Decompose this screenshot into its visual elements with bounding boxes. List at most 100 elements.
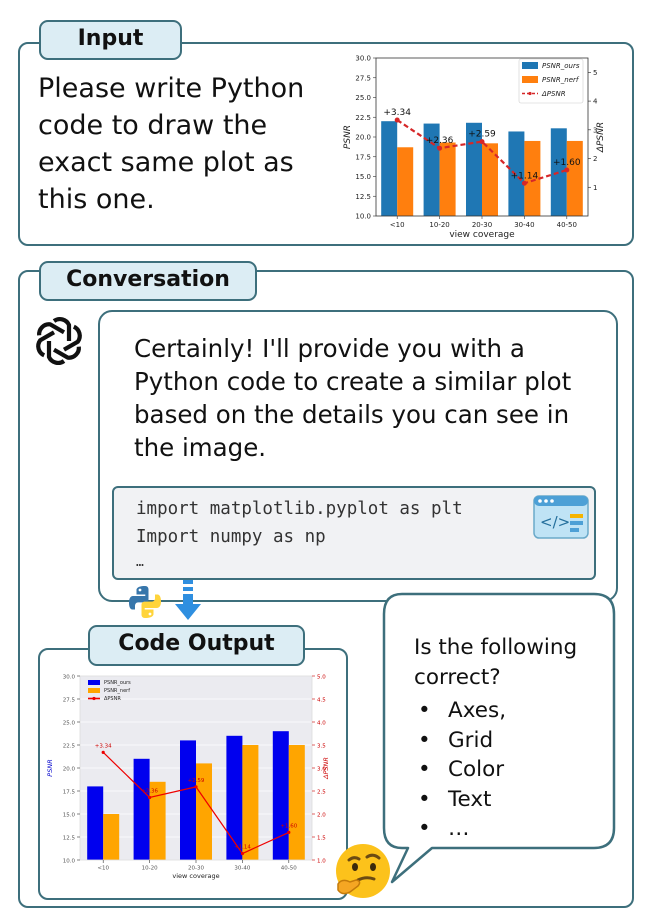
y-tick-label: 20.0 — [355, 134, 371, 142]
x-tick-label: 40-50 — [281, 866, 297, 872]
checklist-item-label: Text — [448, 786, 492, 812]
y-right-tick-label: 4.5 — [317, 698, 326, 704]
python-logo-icon — [129, 586, 161, 618]
delta-psnr-point — [437, 145, 443, 151]
data-label: +3.34 — [383, 108, 411, 118]
y-tick-label: 27.5 — [63, 698, 76, 704]
chatgpt-logo-icon — [36, 317, 82, 365]
y-tick-label: 15.0 — [63, 813, 76, 819]
bar — [566, 140, 583, 216]
legend-label: ΔPSNR — [541, 90, 566, 98]
legend-label: ΔPSNR — [104, 696, 121, 702]
y-axis-label: PSNR — [343, 125, 353, 149]
x-tick-label: 10-20 — [429, 221, 449, 229]
delta-psnr-point — [479, 139, 485, 145]
legend-swatch — [522, 62, 538, 69]
reference-chart: 10.012.515.017.520.022.525.027.530.01234… — [343, 55, 606, 241]
checklist-item: • Text — [418, 786, 492, 812]
data-label: +1.60 — [553, 158, 581, 168]
delta-psnr-point — [240, 851, 244, 856]
bar — [133, 758, 150, 860]
conversation-tab-label: Conversation — [39, 261, 257, 301]
y-right-tick-label: 1.5 — [317, 836, 326, 842]
y-tick-label: 17.5 — [63, 790, 76, 796]
x-tick-label: 40-50 — [557, 221, 577, 229]
legend-label: PSNR_nerf — [542, 76, 580, 84]
legend-swatch — [88, 680, 100, 685]
bar — [439, 142, 456, 216]
y-axis-label: PSNR — [46, 759, 54, 776]
code-line-3: … — [136, 555, 144, 570]
legend-label: PSNR_ours — [542, 62, 580, 70]
y-right-tick-label: 1.0 — [317, 859, 326, 865]
y-tick-label: 25.0 — [355, 94, 371, 102]
x-axis-label: view coverage — [172, 872, 219, 880]
y-right-tick-label: 5 — [593, 69, 597, 77]
data-label: +3.34 — [95, 743, 112, 749]
delta-psnr-point — [287, 830, 291, 834]
delta-psnr-point — [194, 785, 198, 789]
y-right-tick-label: 4.0 — [317, 721, 326, 727]
bar — [242, 745, 259, 860]
checklist: • Axes, • Grid • Color • Text •… — [418, 696, 608, 844]
data-label: +2.59 — [468, 130, 496, 140]
y-tick-label: 10.0 — [63, 859, 76, 865]
code-window-icon: </> — [533, 495, 589, 539]
thinking-face-emoji-icon — [336, 844, 390, 898]
code-output-tab-label: Code Output — [88, 625, 305, 666]
x-tick-label: 30-40 — [514, 221, 534, 229]
bar — [272, 731, 289, 860]
code-line-2: Import numpy as np — [136, 527, 326, 547]
legend-marker — [92, 696, 96, 701]
bar — [397, 147, 414, 216]
input-tab-label: Input — [39, 20, 182, 60]
x-axis-label: view coverage — [449, 230, 515, 240]
y-tick-label: 12.5 — [355, 193, 371, 201]
legend-marker — [528, 91, 532, 96]
y-tick-label: 22.5 — [355, 114, 371, 122]
y-right-axis-label: ΔPSNR — [596, 122, 606, 153]
data-label: +1.14 — [234, 845, 251, 851]
x-tick-label: 20-30 — [472, 221, 492, 229]
delta-psnr-point — [564, 167, 570, 173]
data-label: +2.59 — [188, 778, 205, 784]
delta-psnr-point — [394, 117, 400, 123]
bar — [550, 128, 567, 216]
legend-swatch — [88, 688, 100, 693]
y-tick-label: 12.5 — [63, 836, 76, 842]
y-tick-label: 30.0 — [63, 675, 76, 681]
down-arrow-icon — [175, 580, 201, 620]
checklist-item-label: Color — [448, 757, 505, 783]
checklist-item: • Color — [418, 757, 505, 783]
y-tick-label: 20.0 — [63, 767, 76, 773]
legend-swatch — [522, 76, 538, 83]
delta-psnr-point — [101, 750, 105, 754]
y-tick-label: 22.5 — [63, 744, 76, 750]
y-tick-label: 10.0 — [355, 213, 371, 221]
bar — [87, 786, 104, 860]
y-tick-label: 27.5 — [355, 74, 371, 82]
checklist-item: • Grid — [418, 727, 494, 753]
x-tick-label: 30-40 — [234, 866, 250, 872]
checklist-item-label: … — [448, 816, 470, 842]
legend-label: PSNR_ours — [104, 680, 131, 686]
y-right-axis-label: ΔPSNR — [322, 757, 330, 780]
assistant-message-text: Certainly! I'll provide you with a Pytho… — [134, 334, 572, 462]
code-snippet[interactable]: import matplotlib.pyplot as plt Import n… — [112, 486, 596, 580]
x-tick-label: <10 — [97, 866, 109, 872]
y-right-tick-label: 3.5 — [317, 744, 326, 750]
generated-chart: 10.0 12.5 15.0 17.5 20.0 22.5 25.0 27.5 30.0 1.0 1… — [46, 675, 330, 881]
checklist-item-label: Axes, — [448, 698, 507, 723]
checklist-item: •… — [418, 816, 470, 842]
question-text: Is the following correct? — [414, 635, 578, 690]
y-right-tick-label: 2 — [593, 155, 597, 163]
data-label: +2.36 — [426, 136, 454, 146]
bar — [381, 121, 398, 216]
y-tick-label: 17.5 — [355, 153, 371, 161]
y-tick-label: 25.0 — [63, 721, 76, 727]
y-right-tick-label: 2.5 — [317, 790, 326, 796]
x-tick-label: 20-30 — [188, 866, 204, 872]
y-right-tick-label: 1 — [593, 184, 597, 192]
data-label: +2.36 — [141, 788, 158, 794]
code-line-1: import matplotlib.pyplot as plt — [136, 499, 463, 519]
